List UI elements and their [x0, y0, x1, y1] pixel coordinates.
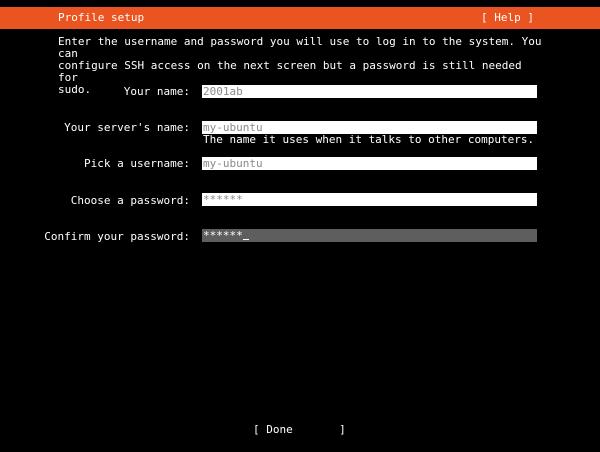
- header-bar: Profile setup [ Help ]: [0, 7, 600, 29]
- help-button[interactable]: [ Help ]: [481, 11, 534, 25]
- password-label: Choose a password:: [70, 194, 190, 207]
- password-field[interactable]: ******: [202, 193, 537, 206]
- server-name-label: Your server's name:: [64, 121, 190, 134]
- done-button[interactable]: [ Done ]: [253, 423, 346, 437]
- confirm-password-label: Confirm your password:: [44, 230, 190, 243]
- your-name-field[interactable]: 2001ab: [202, 85, 537, 98]
- your-name-label: Your name:: [123, 85, 190, 98]
- text-cursor: [242, 229, 249, 240]
- username-label: Pick a username:: [84, 157, 190, 170]
- confirm-password-field[interactable]: ******: [202, 229, 537, 242]
- page-title: Profile setup: [58, 11, 145, 24]
- username-field[interactable]: my-ubuntu: [202, 157, 537, 170]
- confirm-password-value: ******: [203, 229, 243, 242]
- server-name-help: The name it uses when it talks to other …: [203, 133, 535, 146]
